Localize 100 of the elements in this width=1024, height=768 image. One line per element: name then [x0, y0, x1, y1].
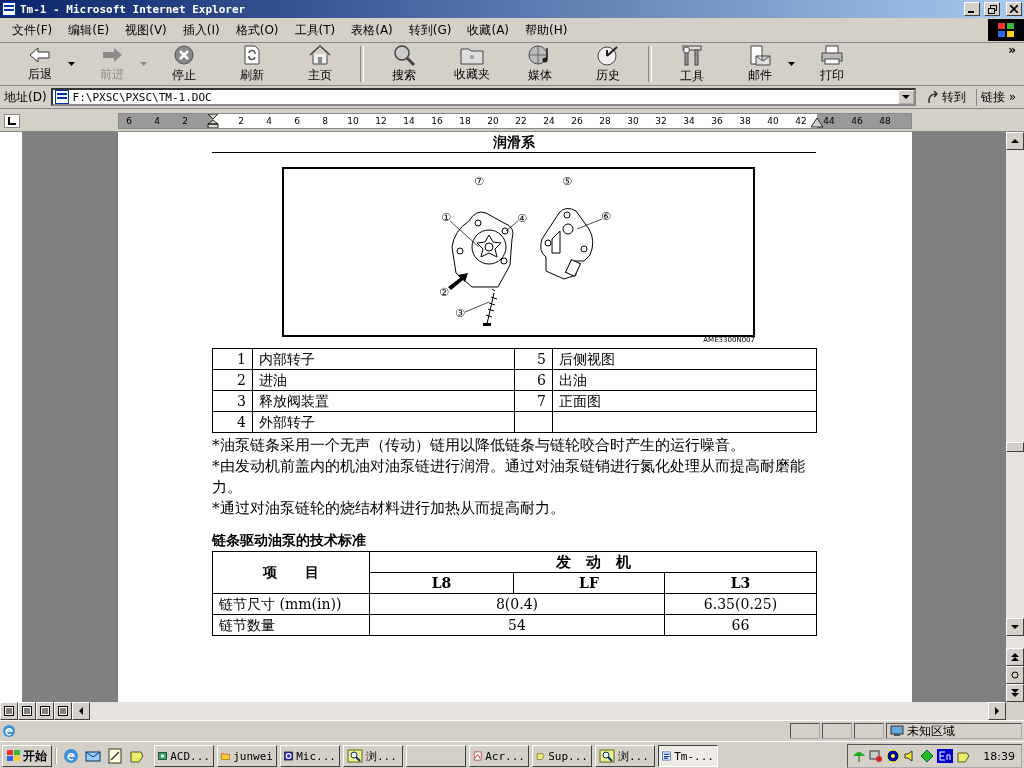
- double-up-arrow-icon: [1011, 652, 1019, 662]
- dropdown-button[interactable]: [897, 90, 914, 104]
- callout-label: ②: [439, 286, 449, 299]
- tools-button[interactable]: 工具: [658, 41, 726, 87]
- page-view-button[interactable]: [36, 702, 54, 720]
- favorites-button[interactable]: 收藏夹: [438, 43, 506, 85]
- menu-item[interactable]: 帮助(H): [517, 19, 576, 41]
- menu-item[interactable]: 收藏(A): [459, 19, 518, 41]
- taskbar-button[interactable]: 浏...: [595, 745, 655, 767]
- right-arrow-icon: [993, 707, 1001, 715]
- menu-item[interactable]: 格式(O): [227, 19, 287, 41]
- menu-item[interactable]: 表格(A): [343, 19, 401, 41]
- stop-icon: [173, 44, 195, 66]
- close-button[interactable]: [1006, 2, 1022, 16]
- scroll-right-button[interactable]: [988, 702, 1006, 720]
- menu-item[interactable]: 工具(T): [286, 19, 344, 41]
- go-button[interactable]: 转到: [919, 88, 972, 106]
- restore-button[interactable]: [984, 2, 1000, 16]
- curved-arrow-icon: [925, 90, 940, 104]
- next-page-button[interactable]: [1006, 684, 1024, 702]
- scroll-left-button[interactable]: [72, 702, 90, 720]
- menu-item[interactable]: 文件(F): [4, 19, 61, 41]
- taskbar-button[interactable]: ACD...: [154, 745, 214, 767]
- ruler-number: 34: [683, 115, 695, 128]
- gem-icon[interactable]: [920, 749, 935, 763]
- browse-object-button[interactable]: [1006, 666, 1024, 684]
- print-button[interactable]: 打印: [798, 42, 866, 86]
- flag-logo-icon: [988, 19, 1024, 41]
- left-arrow-icon: [77, 707, 85, 715]
- notepad-icon[interactable]: [107, 748, 123, 764]
- ruler-number: 32: [655, 115, 667, 128]
- status-panel: [822, 723, 852, 739]
- links-button[interactable]: 链接 »: [975, 88, 1020, 106]
- table-header: 发 动 机: [369, 551, 817, 573]
- vertical-scrollbar[interactable]: [1006, 132, 1024, 702]
- horizontal-scrollbar[interactable]: [72, 702, 1006, 720]
- status-panel: [790, 723, 820, 739]
- taskbar-button[interactable]: [406, 745, 466, 767]
- leader-line: [464, 301, 490, 313]
- browser-page-icon: [2, 724, 16, 738]
- tab-stop-button[interactable]: [4, 114, 20, 128]
- ruler-number: 46: [851, 115, 863, 128]
- outline-view-button[interactable]: [54, 702, 72, 720]
- disc-icon[interactable]: [886, 749, 901, 763]
- table-cell: 2: [212, 369, 253, 391]
- section-heading: 润滑系: [212, 134, 816, 153]
- scroll-thumb[interactable]: [1006, 442, 1024, 452]
- right-indent-marker[interactable]: [811, 118, 823, 128]
- table-cell: 7: [514, 390, 553, 412]
- lines-icon: [4, 706, 14, 716]
- start-button[interactable]: 开始: [2, 745, 52, 767]
- table-cell: 进油: [252, 369, 515, 391]
- mail-button[interactable]: 邮件: [726, 42, 794, 86]
- address-field[interactable]: F:\PXSC\PXSC\TM-1.DOC: [50, 88, 916, 106]
- indent-marker[interactable]: [207, 114, 219, 128]
- ruler-number: 38: [739, 115, 751, 128]
- app-icon[interactable]: [129, 748, 145, 764]
- refresh-button[interactable]: 刷新: [218, 42, 286, 86]
- menu-item[interactable]: 视图(V): [117, 19, 175, 41]
- taskbar-button[interactable]: Tm-...: [658, 745, 718, 767]
- browser-icon[interactable]: [63, 748, 79, 764]
- table-cell: 出油: [552, 369, 817, 391]
- home-button[interactable]: 主页: [286, 42, 354, 86]
- ruler-number: 6: [126, 115, 132, 128]
- tab-stop-icon: [8, 117, 16, 125]
- ruler-number: 8: [322, 115, 328, 128]
- table-cell: 3: [212, 390, 253, 412]
- taskbar-button[interactable]: Acr...: [469, 745, 529, 767]
- circle-icon: [1011, 671, 1019, 679]
- scroll-up-button[interactable]: [1006, 132, 1024, 150]
- table-cell: 外部转子: [252, 411, 515, 433]
- mail-icon[interactable]: [85, 748, 101, 764]
- menu-item[interactable]: 编辑(E): [60, 19, 118, 41]
- minimize-button[interactable]: [964, 2, 980, 16]
- back-button[interactable]: 后退: [6, 43, 74, 85]
- search-button[interactable]: 搜索: [370, 42, 438, 86]
- ruler-number: 36: [711, 115, 723, 128]
- stop-button[interactable]: 停止: [150, 42, 218, 86]
- table-cell: 链节尺寸 (mm(in)): [212, 593, 370, 615]
- callout-label: ①: [441, 211, 451, 224]
- previous-page-button[interactable]: [1006, 648, 1024, 666]
- ruler-number: 24: [543, 115, 555, 128]
- more-chevron[interactable]: »: [1008, 43, 1024, 57]
- normal-view-button[interactable]: [0, 702, 18, 720]
- taskbar-button[interactable]: junwei: [217, 745, 277, 767]
- note-paragraph: *通过对油泵链轮的烧结材料进行加热从而提高耐力。: [212, 498, 566, 519]
- taskbar-button[interactable]: Sup...: [532, 745, 592, 767]
- ruler-number: 44: [823, 115, 835, 128]
- web-view-button[interactable]: [18, 702, 36, 720]
- menu-item[interactable]: 插入(I): [174, 19, 228, 41]
- media-button[interactable]: 媒体: [506, 42, 574, 86]
- taskbar-button[interactable]: Mic...: [280, 745, 340, 767]
- history-button[interactable]: 历史: [574, 42, 642, 86]
- home-icon: [308, 44, 332, 66]
- app-icon[interactable]: [956, 749, 971, 763]
- scroll-down-button[interactable]: [1006, 618, 1024, 636]
- language-icon[interactable]: [937, 749, 954, 763]
- menu-item[interactable]: 转到(G): [400, 19, 460, 41]
- lines-icon: [58, 706, 68, 716]
- taskbar-button[interactable]: 浏...: [343, 745, 403, 767]
